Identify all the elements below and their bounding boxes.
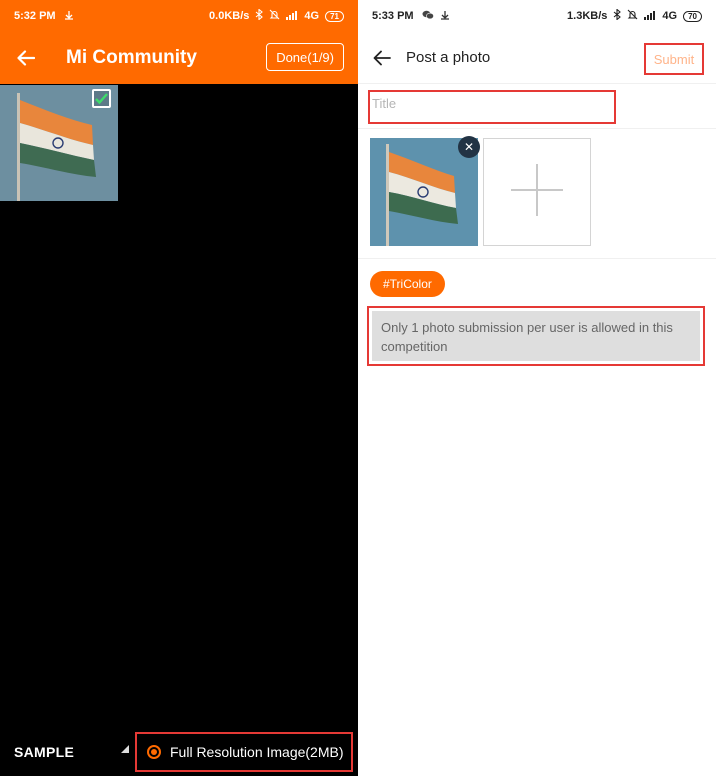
image-picker-screen: 5:32 PM 0.0KB/s 4G 71 Mi Community Done(…: [0, 0, 358, 776]
submit-button[interactable]: Submit: [644, 43, 704, 75]
mute-bell-icon: [627, 9, 638, 23]
hashtag-chip[interactable]: #TriColor: [370, 271, 445, 297]
page-title: Post a photo: [406, 49, 491, 66]
download-icon: [64, 10, 74, 23]
radio-selected-icon[interactable]: [147, 745, 161, 759]
network-speed: 0.0KB/s: [209, 10, 250, 22]
full-resolution-label: Full Resolution Image(2MB): [170, 744, 344, 760]
download-icon: [440, 10, 450, 23]
signal-icon: [644, 10, 656, 23]
selected-checkbox[interactable]: [92, 89, 111, 108]
status-bar: 5:32 PM 0.0KB/s 4G 71: [0, 0, 358, 32]
title-input[interactable]: Title: [368, 90, 616, 124]
app-toolbar: Post a photo Submit: [358, 32, 716, 84]
album-selector[interactable]: SAMPLE: [14, 744, 74, 760]
page-title: Mi Community: [66, 47, 197, 68]
bluetooth-icon: [255, 8, 264, 23]
network-type: 4G: [304, 10, 320, 22]
full-resolution-option[interactable]: Full Resolution Image(2MB): [135, 732, 353, 772]
picker-bottom-bar: SAMPLE Full Resolution Image(2MB): [0, 728, 358, 776]
divider: [358, 128, 716, 129]
battery-icon: 71: [325, 10, 344, 22]
status-bar: 5:33 PM 1.3KB/s 4G 70: [358, 0, 716, 32]
mute-bell-icon: [269, 9, 280, 23]
divider: [358, 258, 716, 259]
add-photo-button[interactable]: [483, 138, 591, 246]
done-button[interactable]: Done(1/9): [266, 43, 344, 71]
back-arrow-icon[interactable]: [360, 32, 404, 84]
back-arrow-icon[interactable]: [0, 32, 52, 84]
status-time: 5:33 PM: [372, 10, 414, 22]
plus-icon: [509, 162, 565, 223]
signal-icon: [286, 10, 298, 23]
submission-notice: Only 1 photo submission per user is allo…: [367, 306, 705, 366]
post-photo-screen: 5:33 PM 1.3KB/s 4G 70 Post a photo Submi…: [358, 0, 716, 776]
notice-text: Only 1 photo submission per user is allo…: [372, 311, 700, 361]
remove-photo-icon[interactable]: ✕: [458, 136, 480, 158]
bluetooth-icon: [613, 8, 622, 23]
network-speed: 1.3KB/s: [567, 10, 608, 22]
battery-icon: 70: [683, 10, 702, 22]
network-type: 4G: [662, 10, 678, 22]
app-toolbar: Mi Community Done(1/9): [0, 32, 358, 84]
dropdown-triangle-icon[interactable]: [121, 745, 129, 753]
wechat-icon: [422, 10, 434, 23]
status-time: 5:32 PM: [14, 10, 56, 22]
